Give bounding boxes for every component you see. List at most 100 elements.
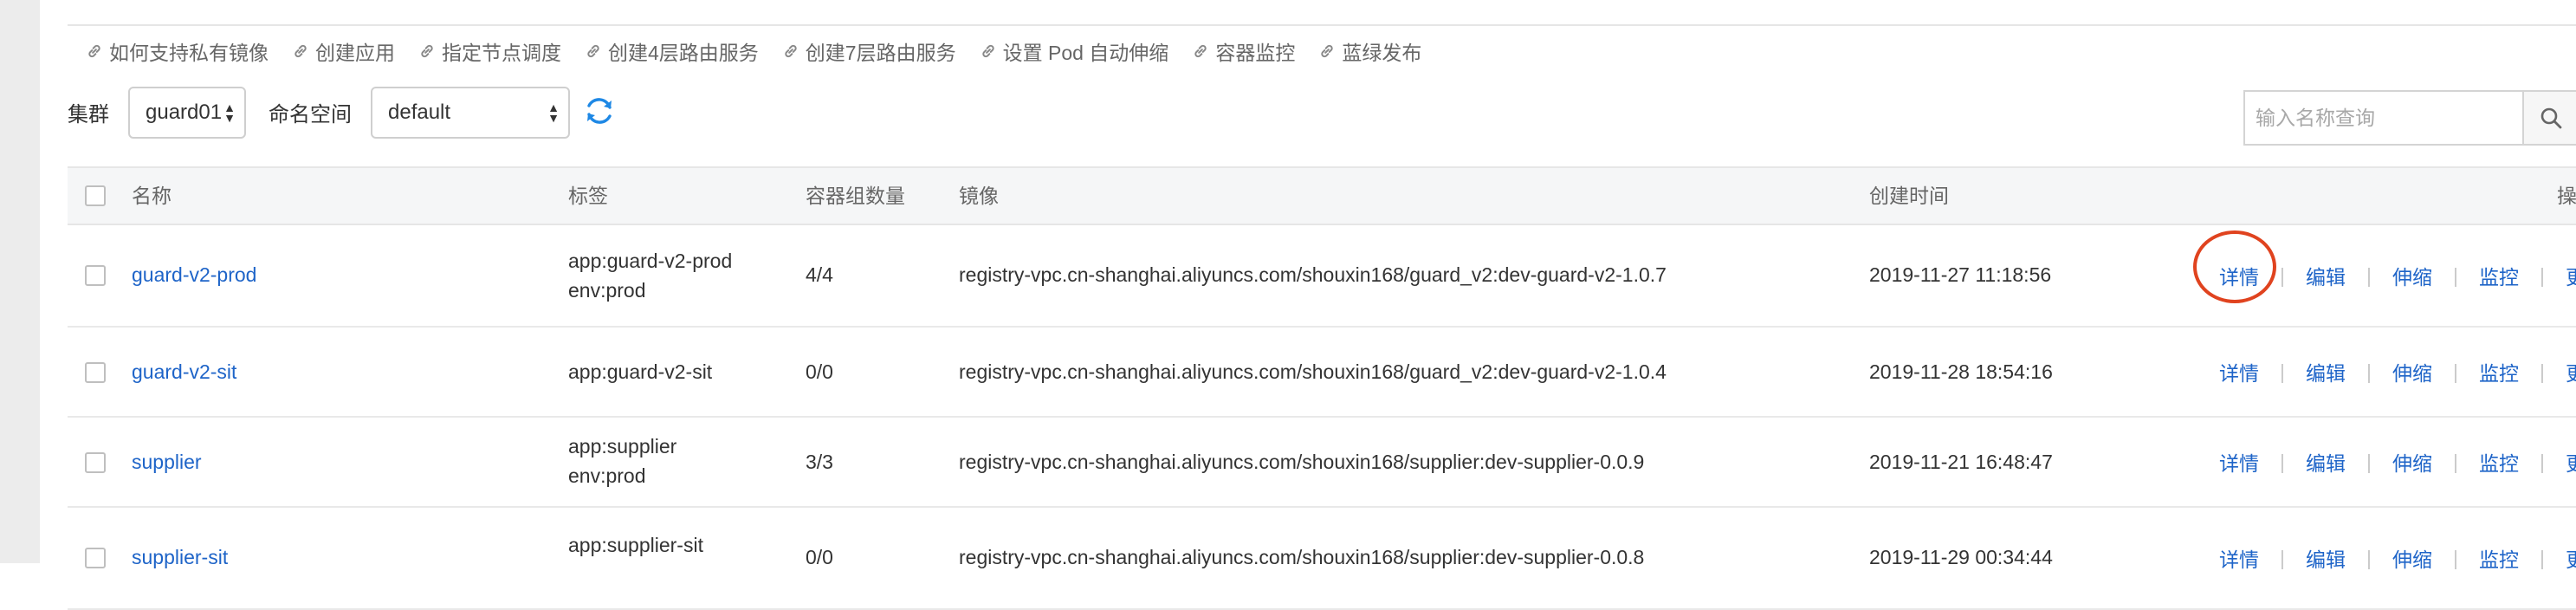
separator: |	[2539, 263, 2545, 287]
column-header-name: 名称	[132, 185, 172, 207]
table-row: guard-v2-sit app:guard-v2-sit 0/0 regist…	[68, 328, 2576, 418]
quick-link-label: 指定节点调度	[442, 42, 561, 64]
link-icon	[981, 44, 994, 58]
quick-link-node-scheduling[interactable]: 指定节点调度	[417, 36, 561, 66]
tag: env:prod	[568, 279, 646, 302]
quick-link-label: 创建7层路由服务	[805, 42, 956, 64]
namespace-label: 命名空间	[269, 103, 352, 127]
quick-link-create-app[interactable]: 创建应用	[291, 36, 395, 66]
row-actions: 详情 | 编辑 | 伸缩 | 监控 | 更多	[2219, 225, 2576, 326]
quick-link-label: 创建4层路由服务	[608, 42, 759, 64]
main-panel: 如何支持私有镜像 创建应用 指定节点调度 创建4层路由服务 创建7层路由服务 设…	[68, 0, 2576, 610]
scale-link[interactable]: 伸缩	[2392, 447, 2432, 477]
monitor-link[interactable]: 监控	[2479, 357, 2519, 386]
deployment-name-link[interactable]: supplier-sit	[132, 546, 228, 569]
search-input[interactable]	[2245, 93, 2534, 143]
quick-link-l7-service[interactable]: 创建7层路由服务	[781, 36, 956, 66]
quick-link-label: 容器监控	[1215, 42, 1296, 64]
namespace-select-value: default	[388, 101, 451, 124]
scale-link[interactable]: 伸缩	[2392, 543, 2432, 573]
row-checkbox[interactable]	[85, 362, 106, 383]
edit-link[interactable]: 编辑	[2306, 261, 2346, 290]
row-checkbox[interactable]	[85, 265, 106, 286]
created-time: 2019-11-27 11:18:56	[1869, 263, 2052, 286]
more-link[interactable]: 更多	[2566, 261, 2576, 290]
quick-link-private-registry[interactable]: 如何支持私有镜像	[85, 36, 269, 66]
link-icon	[785, 44, 797, 58]
link-icon	[421, 44, 433, 58]
tag: env:prod	[568, 464, 646, 487]
detail-link[interactable]: 详情	[2219, 543, 2259, 573]
edit-link[interactable]: 编辑	[2306, 447, 2346, 477]
detail-link[interactable]: 详情	[2219, 261, 2259, 290]
separator: |	[2366, 546, 2372, 569]
deployment-name-link[interactable]: supplier	[132, 451, 202, 474]
column-header-pods: 容器组数量	[806, 185, 905, 207]
search-button[interactable]	[2522, 92, 2576, 144]
separator: |	[2539, 450, 2545, 473]
tags-cell: app:guard-v2-prod env:prod	[568, 246, 732, 305]
monitor-link[interactable]: 监控	[2479, 447, 2519, 477]
namespace-select[interactable]: default ▲ ▼	[371, 87, 570, 139]
edit-link[interactable]: 编辑	[2306, 357, 2346, 386]
more-link[interactable]: 更多	[2566, 543, 2576, 573]
updown-arrow-icon: ▲ ▼	[547, 101, 560, 125]
separator: |	[2452, 360, 2458, 383]
separator: |	[2280, 360, 2285, 383]
updown-arrow-icon: ▲ ▼	[223, 101, 236, 125]
separator: |	[2280, 546, 2285, 569]
deployment-name-link[interactable]: guard-v2-prod	[132, 263, 256, 287]
quick-link-l4-service[interactable]: 创建4层路由服务	[584, 36, 759, 66]
refresh-icon[interactable]	[582, 94, 617, 128]
column-header-tags: 标签	[568, 185, 608, 207]
tags-cell: app:supplier env:prod	[568, 432, 676, 490]
search-box	[2243, 90, 2576, 146]
tag: app:supplier-sit	[568, 534, 703, 556]
more-link[interactable]: 更多	[2566, 357, 2576, 386]
deployment-name-link[interactable]: guard-v2-sit	[132, 360, 236, 384]
left-sidebar-strip	[0, 0, 40, 563]
tags-cell: app:guard-v2-sit	[568, 357, 712, 386]
edit-link[interactable]: 编辑	[2306, 543, 2346, 573]
separator: |	[2539, 360, 2545, 383]
detail-link[interactable]: 详情	[2219, 357, 2259, 386]
search-icon	[2540, 107, 2562, 129]
table-row: guard-v2-prod app:guard-v2-prod env:prod…	[68, 225, 2576, 328]
separator: |	[2280, 450, 2285, 473]
separator: |	[2366, 360, 2372, 383]
detail-link[interactable]: 详情	[2219, 447, 2259, 477]
row-actions: 详情 | 编辑 | 伸缩 | 监控 | 更多	[2219, 508, 2576, 608]
pod-count: 0/0	[806, 360, 833, 383]
link-icon	[88, 44, 100, 58]
select-all-checkbox[interactable]	[85, 185, 106, 206]
row-actions: 详情 | 编辑 | 伸缩 | 监控 | 更多	[2219, 328, 2576, 416]
more-link[interactable]: 更多	[2566, 447, 2576, 477]
image-value: registry-vpc.cn-shanghai.aliyuncs.com/sh…	[959, 546, 1645, 568]
created-time: 2019-11-29 00:34:44	[1869, 546, 2053, 568]
row-actions: 详情 | 编辑 | 伸缩 | 监控 | 更多	[2219, 418, 2576, 506]
link-icon	[587, 44, 599, 58]
tag: app:guard-v2-prod	[568, 250, 733, 272]
created-time: 2019-11-28 18:54:16	[1869, 360, 2053, 383]
tag: app:guard-v2-sit	[568, 360, 713, 383]
quick-link-pod-autoscale[interactable]: 设置 Pod 自动伸缩	[979, 36, 1169, 66]
row-checkbox[interactable]	[85, 548, 106, 568]
quick-link-label: 设置 Pod 自动伸缩	[1002, 42, 1169, 64]
row-checkbox[interactable]	[85, 452, 106, 473]
separator: |	[2366, 450, 2372, 473]
divider	[68, 24, 2576, 26]
column-header-image: 镜像	[959, 185, 999, 207]
separator: |	[2280, 263, 2285, 287]
scale-link[interactable]: 伸缩	[2392, 261, 2432, 290]
link-icon	[1194, 44, 1207, 58]
pod-count: 0/0	[806, 546, 833, 568]
link-icon	[294, 44, 307, 58]
cluster-select[interactable]: guard01 ▲ ▼	[128, 87, 246, 139]
table-header: 名称 标签 容器组数量 镜像 创建时间 操作	[68, 166, 2576, 225]
quick-link-blue-green[interactable]: 蓝绿发布	[1317, 36, 1421, 66]
scale-link[interactable]: 伸缩	[2392, 357, 2432, 386]
tags-cell: app:supplier-sit	[568, 530, 703, 560]
monitor-link[interactable]: 监控	[2479, 543, 2519, 573]
monitor-link[interactable]: 监控	[2479, 261, 2519, 290]
quick-link-container-monitoring[interactable]: 容器监控	[1191, 36, 1295, 66]
